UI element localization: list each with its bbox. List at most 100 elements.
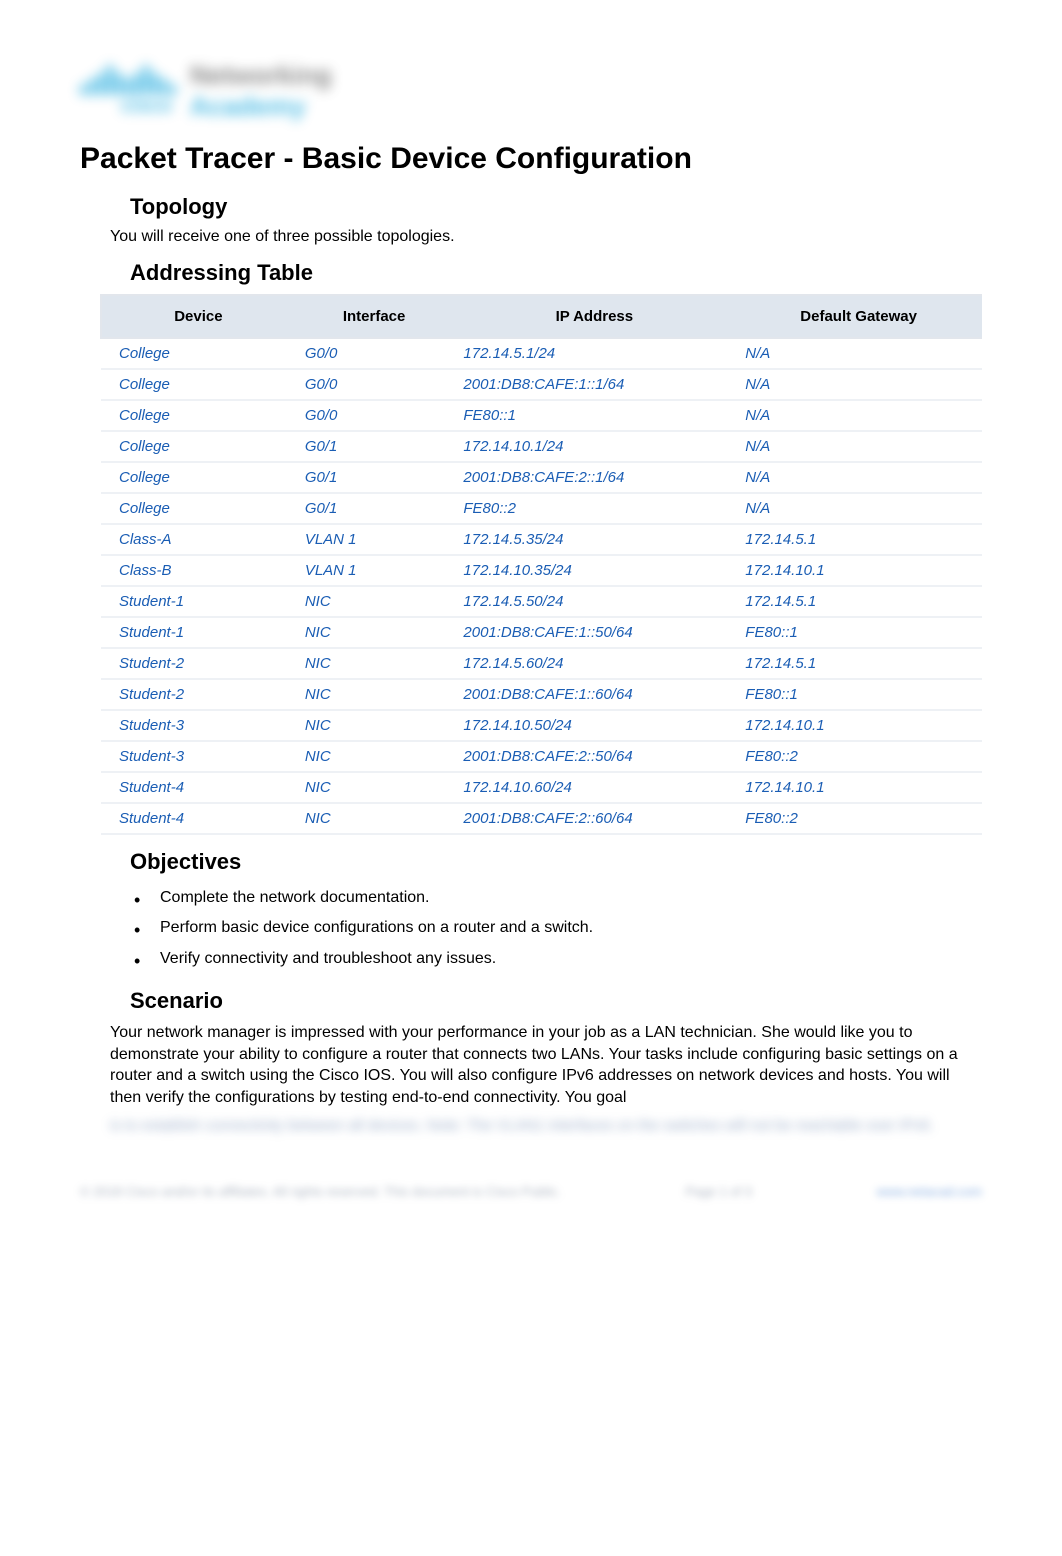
footer-right: www.netacad.com (877, 1184, 983, 1199)
table-row: Student-3NIC172.14.10.50/24172.14.10.1 (101, 710, 982, 741)
cell-gateway: 172.14.10.1 (735, 555, 982, 586)
cell-ip: 172.14.5.35/24 (453, 524, 735, 555)
cell-interface: VLAN 1 (295, 524, 454, 555)
cell-device: Student-1 (101, 617, 295, 648)
logo-line1: Networking (190, 60, 332, 91)
table-row: CollegeG0/1172.14.10.1/24N/A (101, 431, 982, 462)
objective-item: Complete the network documentation. (134, 883, 982, 913)
logo-line2: Academy (190, 91, 332, 122)
table-row: Student-2NIC172.14.5.60/24172.14.5.1 (101, 648, 982, 679)
objective-item: Perform basic device configurations on a… (134, 913, 982, 943)
table-row: CollegeG0/1FE80::2N/A (101, 493, 982, 524)
cell-interface: NIC (295, 741, 454, 772)
th-interface: Interface (295, 295, 454, 338)
cell-interface: G0/0 (295, 338, 454, 369)
scenario-paragraph: Your network manager is impressed with y… (110, 1022, 982, 1108)
cell-device: Student-2 (101, 648, 295, 679)
addressing-table: Device Interface IP Address Default Gate… (100, 294, 982, 835)
cell-ip: 2001:DB8:CAFE:1::50/64 (453, 617, 735, 648)
cell-device: College (101, 493, 295, 524)
cell-gateway: N/A (735, 462, 982, 493)
cell-device: Class-B (101, 555, 295, 586)
section-objectives: Objectives (130, 849, 982, 875)
table-row: CollegeG0/02001:DB8:CAFE:1::1/64N/A (101, 369, 982, 400)
cell-interface: G0/0 (295, 369, 454, 400)
cell-ip: 2001:DB8:CAFE:2::1/64 (453, 462, 735, 493)
table-row: CollegeG0/0FE80::1N/A (101, 400, 982, 431)
cisco-bars-icon (80, 65, 176, 95)
cell-interface: G0/1 (295, 462, 454, 493)
cell-ip: FE80::2 (453, 493, 735, 524)
cisco-word: cisco (121, 95, 172, 118)
cell-gateway: N/A (735, 493, 982, 524)
cell-interface: VLAN 1 (295, 555, 454, 586)
cell-ip: 172.14.10.1/24 (453, 431, 735, 462)
brand-logo: cisco Networking Academy (80, 60, 982, 122)
cell-gateway: N/A (735, 431, 982, 462)
cell-device: Student-3 (101, 741, 295, 772)
footer-left: © 2018 Cisco and/or its affiliates. All … (80, 1184, 561, 1199)
page-footer: © 2018 Cisco and/or its affiliates. All … (80, 1184, 982, 1199)
section-addressing: Addressing Table (130, 260, 982, 286)
cell-device: Student-2 (101, 679, 295, 710)
cell-gateway: N/A (735, 400, 982, 431)
cell-interface: NIC (295, 710, 454, 741)
cell-ip: 172.14.10.50/24 (453, 710, 735, 741)
cell-device: Student-3 (101, 710, 295, 741)
cell-gateway: N/A (735, 338, 982, 369)
cell-gateway: 172.14.5.1 (735, 586, 982, 617)
cell-interface: NIC (295, 648, 454, 679)
table-header-row: Device Interface IP Address Default Gate… (101, 295, 982, 338)
cell-gateway: FE80::2 (735, 803, 982, 834)
table-row: Student-1NIC172.14.5.50/24172.14.5.1 (101, 586, 982, 617)
table-row: Class-BVLAN 1172.14.10.35/24172.14.10.1 (101, 555, 982, 586)
section-topology: Topology (130, 194, 982, 220)
th-gateway: Default Gateway (735, 295, 982, 338)
table-row: Student-3NIC2001:DB8:CAFE:2::50/64FE80::… (101, 741, 982, 772)
cell-gateway: 172.14.5.1 (735, 648, 982, 679)
cell-ip: 2001:DB8:CAFE:1::1/64 (453, 369, 735, 400)
cell-interface: G0/0 (295, 400, 454, 431)
cell-device: Student-1 (101, 586, 295, 617)
table-row: Student-1NIC2001:DB8:CAFE:1::50/64FE80::… (101, 617, 982, 648)
cell-gateway: FE80::1 (735, 617, 982, 648)
cell-ip: FE80::1 (453, 400, 735, 431)
table-row: Class-AVLAN 1172.14.5.35/24172.14.5.1 (101, 524, 982, 555)
cell-device: College (101, 400, 295, 431)
cell-gateway: 172.14.10.1 (735, 772, 982, 803)
cell-interface: NIC (295, 679, 454, 710)
cell-ip: 172.14.5.60/24 (453, 648, 735, 679)
cell-device: College (101, 369, 295, 400)
cell-device: College (101, 431, 295, 462)
cell-ip: 2001:DB8:CAFE:2::60/64 (453, 803, 735, 834)
blurred-text-block: is to establish connectivity between all… (110, 1117, 982, 1134)
cell-gateway: 172.14.5.1 (735, 524, 982, 555)
footer-center: Page 1 of 3 (685, 1184, 752, 1199)
table-row: CollegeG0/0172.14.5.1/24N/A (101, 338, 982, 369)
cell-device: College (101, 338, 295, 369)
cell-interface: NIC (295, 586, 454, 617)
table-row: Student-2NIC2001:DB8:CAFE:1::60/64FE80::… (101, 679, 982, 710)
cell-interface: NIC (295, 803, 454, 834)
cell-ip: 172.14.5.50/24 (453, 586, 735, 617)
table-row: Student-4NIC2001:DB8:CAFE:2::60/64FE80::… (101, 803, 982, 834)
cell-gateway: N/A (735, 369, 982, 400)
cell-interface: G0/1 (295, 431, 454, 462)
objectives-list: Complete the network documentation.Perfo… (134, 883, 982, 974)
cell-ip: 172.14.5.1/24 (453, 338, 735, 369)
cell-ip: 172.14.10.35/24 (453, 555, 735, 586)
th-device: Device (101, 295, 295, 338)
cell-interface: G0/1 (295, 493, 454, 524)
cell-device: Student-4 (101, 772, 295, 803)
objective-item: Verify connectivity and troubleshoot any… (134, 944, 982, 974)
table-row: Student-4NIC172.14.10.60/24172.14.10.1 (101, 772, 982, 803)
th-ip: IP Address (453, 295, 735, 338)
cell-interface: NIC (295, 772, 454, 803)
cell-device: Class-A (101, 524, 295, 555)
cell-ip: 2001:DB8:CAFE:1::60/64 (453, 679, 735, 710)
cell-ip: 172.14.10.60/24 (453, 772, 735, 803)
cell-interface: NIC (295, 617, 454, 648)
cell-ip: 2001:DB8:CAFE:2::50/64 (453, 741, 735, 772)
cell-device: Student-4 (101, 803, 295, 834)
document-title: Packet Tracer - Basic Device Configurati… (80, 142, 982, 176)
